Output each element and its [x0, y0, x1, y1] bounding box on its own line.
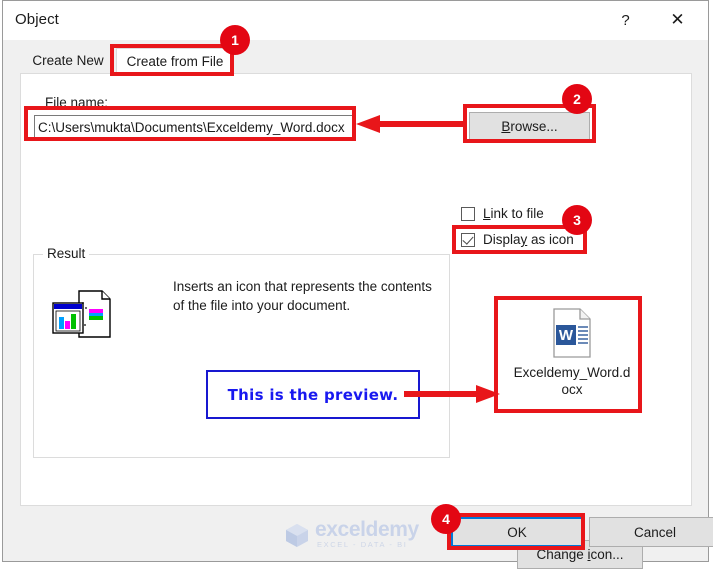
result-description: Inserts an icon that represents the cont…	[173, 279, 432, 313]
file-name-label: File name:	[45, 95, 109, 110]
display-as-icon-label: Display as icon	[483, 232, 574, 247]
object-dialog: Object ? ✕ Create New Create from File F…	[2, 0, 713, 569]
document-chart-icon	[52, 290, 111, 338]
word-document-icon: W	[553, 308, 591, 358]
result-group-label: Result	[43, 246, 90, 261]
tab-create-from-file[interactable]: Create from File	[116, 48, 234, 73]
preview-callout-annotation: This is the preview.	[206, 370, 420, 419]
exceldemy-logo-icon	[286, 524, 308, 547]
watermark-tagline: EXCEL - DATA - BI	[317, 540, 408, 549]
display-as-icon-checkbox-row[interactable]: Display as icon	[461, 232, 574, 247]
file-name-input[interactable]	[34, 115, 354, 140]
tab-panel-create-from-file: File name: Browse... Link to file Displa…	[20, 73, 692, 569]
title-bar: Object ? ✕	[3, 1, 708, 40]
word-icon-filename: Exceldemy_Word.docx	[513, 365, 631, 397]
close-icon[interactable]: ✕	[655, 1, 700, 39]
display-as-icon-checkbox[interactable]	[461, 232, 475, 247]
ok-button[interactable]: OK	[451, 517, 583, 547]
browse-button[interactable]: Browse...	[469, 112, 590, 140]
link-to-file-checkbox-row[interactable]: Link to file	[461, 206, 544, 221]
watermark-name: exceldemy	[315, 518, 419, 541]
help-icon[interactable]: ?	[603, 1, 648, 39]
link-to-file-label: Link to file	[483, 206, 544, 221]
dialog-title: Object	[15, 11, 59, 28]
word-icon-preview: W Exceldemy_Word.docx	[507, 307, 637, 407]
exceldemy-watermark: exceldemy EXCEL - DATA - BI	[284, 518, 419, 550]
link-to-file-checkbox[interactable]	[461, 206, 475, 221]
svg-text:W: W	[559, 327, 574, 344]
cancel-button[interactable]: Cancel	[589, 517, 713, 547]
tab-strip: Create New Create from File	[3, 40, 708, 73]
tab-create-new[interactable]: Create New	[20, 48, 116, 73]
